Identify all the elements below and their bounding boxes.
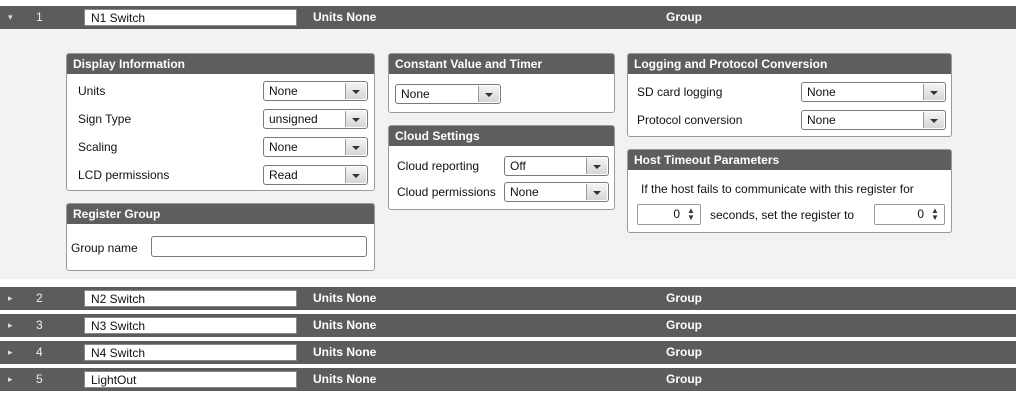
lcd-permissions-label: LCD permissions xyxy=(78,168,170,182)
expand-arrow-icon[interactable]: ▸ xyxy=(8,287,13,310)
cloud-permissions-select[interactable]: None xyxy=(504,182,609,202)
register-number: 2 xyxy=(36,291,43,305)
protocol-conversion-label: Protocol conversion xyxy=(637,113,743,127)
spinner-arrows-icon[interactable]: ▲ ▼ xyxy=(930,207,940,222)
sd-card-logging-select[interactable]: None xyxy=(801,82,946,102)
spinner-arrows-icon[interactable]: ▲ ▼ xyxy=(686,207,696,222)
timeout-seconds-spinner[interactable]: 0 ▲ ▼ xyxy=(637,204,701,225)
expand-arrow-icon[interactable]: ▸ xyxy=(8,341,13,364)
sign-type-label: Sign Type xyxy=(78,112,132,126)
collapse-arrow-icon[interactable]: ▾ xyxy=(8,6,13,29)
register-group: Group xyxy=(666,291,702,305)
cloud-reporting-select[interactable]: Off xyxy=(504,156,609,176)
register-group-panel: Register Group Group name xyxy=(66,203,375,271)
register-units: Units None xyxy=(313,318,377,332)
register-row-3[interactable]: ▸ 3 N3 Switch Units None Group xyxy=(0,314,1016,337)
register-name-input[interactable]: N2 Switch xyxy=(84,290,297,307)
register-group: Group xyxy=(666,318,702,332)
register-number: 3 xyxy=(36,318,43,332)
panel-title: Host Timeout Parameters xyxy=(628,150,951,170)
sd-card-logging-label: SD card logging xyxy=(637,85,723,99)
host-timeout-description: If the host fails to communicate with th… xyxy=(641,182,914,196)
register-units: Units None xyxy=(313,10,377,24)
chevron-down-icon[interactable] xyxy=(345,139,366,155)
protocol-conversion-select[interactable]: None xyxy=(801,110,946,130)
units-label: Units xyxy=(78,84,106,98)
cloud-reporting-label: Cloud reporting xyxy=(397,159,480,173)
chevron-down-icon[interactable] xyxy=(345,83,366,99)
cloud-permissions-label: Cloud permissions xyxy=(397,185,496,199)
panel-title: Cloud Settings xyxy=(389,126,614,146)
register-name-input[interactable]: LightOut xyxy=(84,371,297,388)
panel-title: Register Group xyxy=(67,204,374,224)
group-name-label: Group name xyxy=(71,241,138,255)
scaling-select[interactable]: None xyxy=(263,137,368,157)
panel-title: Logging and Protocol Conversion xyxy=(628,54,951,74)
expand-arrow-icon[interactable]: ▸ xyxy=(8,314,13,337)
host-timeout-panel: Host Timeout Parameters If the host fail… xyxy=(627,149,952,233)
chevron-down-icon[interactable] xyxy=(586,184,607,200)
logging-protocol-panel: Logging and Protocol Conversion SD card … xyxy=(627,53,952,137)
lcd-permissions-select[interactable]: Read xyxy=(263,165,368,185)
display-information-panel: Display Information Units None Sign Type… xyxy=(66,53,375,191)
expand-arrow-icon[interactable]: ▸ xyxy=(8,368,13,391)
register-group: Group xyxy=(666,372,702,386)
register-units: Units None xyxy=(313,291,377,305)
register-group: Group xyxy=(666,345,702,359)
register-group: Group xyxy=(666,10,702,24)
group-name-input[interactable] xyxy=(151,236,367,257)
units-select[interactable]: None xyxy=(263,81,368,101)
chevron-down-icon[interactable] xyxy=(923,112,944,128)
cloud-settings-panel: Cloud Settings Cloud reporting Off Cloud… xyxy=(388,125,615,210)
constant-value-panel: Constant Value and Timer None xyxy=(388,53,615,113)
register-number: 4 xyxy=(36,345,43,359)
register-number: 1 xyxy=(36,10,43,24)
register-units: Units None xyxy=(313,372,377,386)
chevron-down-icon[interactable] xyxy=(586,158,607,174)
chevron-down-icon[interactable] xyxy=(478,86,499,102)
scaling-label: Scaling xyxy=(78,140,118,154)
register-row-4[interactable]: ▸ 4 N4 Switch Units None Group xyxy=(0,341,1016,364)
chevron-down-icon[interactable] xyxy=(345,167,366,183)
seconds-set-register-text: seconds, set the register to xyxy=(710,208,855,222)
register-row-1[interactable]: ▾ 1 N1 Switch Units None Group xyxy=(0,6,1016,29)
register-units: Units None xyxy=(313,345,377,359)
sign-type-select[interactable]: unsigned xyxy=(263,109,368,129)
chevron-down-icon[interactable] xyxy=(923,84,944,100)
timeout-register-value-spinner[interactable]: 0 ▲ ▼ xyxy=(874,204,945,225)
register-name-input[interactable]: N4 Switch xyxy=(84,344,297,361)
panel-title: Constant Value and Timer xyxy=(389,54,614,74)
register-name-input[interactable]: N1 Switch xyxy=(84,9,297,26)
register-name-input[interactable]: N3 Switch xyxy=(84,317,297,334)
chevron-down-icon[interactable] xyxy=(345,111,366,127)
register-row-5[interactable]: ▸ 5 LightOut Units None Group xyxy=(0,368,1016,391)
register-row-2[interactable]: ▸ 2 N2 Switch Units None Group xyxy=(0,287,1016,310)
register-number: 5 xyxy=(36,372,43,386)
panel-title: Display Information xyxy=(67,54,374,74)
constant-value-select[interactable]: None xyxy=(395,84,501,104)
